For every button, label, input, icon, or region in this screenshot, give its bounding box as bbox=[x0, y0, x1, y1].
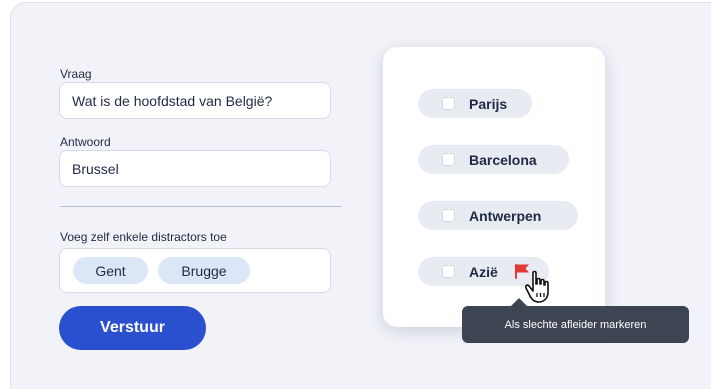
question-label: Vraag bbox=[60, 67, 92, 81]
divider bbox=[60, 206, 342, 207]
answer-value: Brussel bbox=[72, 160, 119, 177]
distractor-chip-gent[interactable]: Gent bbox=[73, 257, 148, 284]
distractors-input[interactable]: Gent Brugge bbox=[59, 248, 331, 293]
hand-pointer-icon bbox=[524, 270, 561, 309]
option-checkbox[interactable] bbox=[442, 265, 455, 278]
option-barcelona[interactable]: Barcelona bbox=[418, 145, 569, 174]
question-input[interactable]: Wat is de hoofdstad van België? bbox=[59, 82, 331, 119]
option-label: Barcelona bbox=[469, 151, 537, 168]
tooltip: Als slechte afleider markeren bbox=[462, 298, 689, 343]
option-checkbox[interactable] bbox=[442, 153, 455, 166]
submit-button[interactable]: Verstuur bbox=[59, 306, 206, 350]
answer-label: Antwoord bbox=[60, 135, 111, 149]
option-antwerpen[interactable]: Antwerpen bbox=[418, 201, 578, 230]
distractor-chip-brugge[interactable]: Brugge bbox=[158, 257, 250, 284]
option-label: Parijs bbox=[469, 95, 508, 112]
question-value: Wat is de hoofdstad van België? bbox=[72, 92, 273, 109]
option-parijs[interactable]: Parijs bbox=[418, 89, 532, 118]
option-checkbox[interactable] bbox=[442, 209, 455, 222]
option-checkbox[interactable] bbox=[442, 97, 455, 110]
option-label: Azië bbox=[469, 263, 498, 280]
option-label: Antwerpen bbox=[469, 207, 542, 224]
tooltip-text: Als slechte afleider markeren bbox=[504, 318, 647, 331]
answer-input[interactable]: Brussel bbox=[59, 150, 331, 187]
distractors-label: Voeg zelf enkele distractors toe bbox=[60, 230, 227, 244]
